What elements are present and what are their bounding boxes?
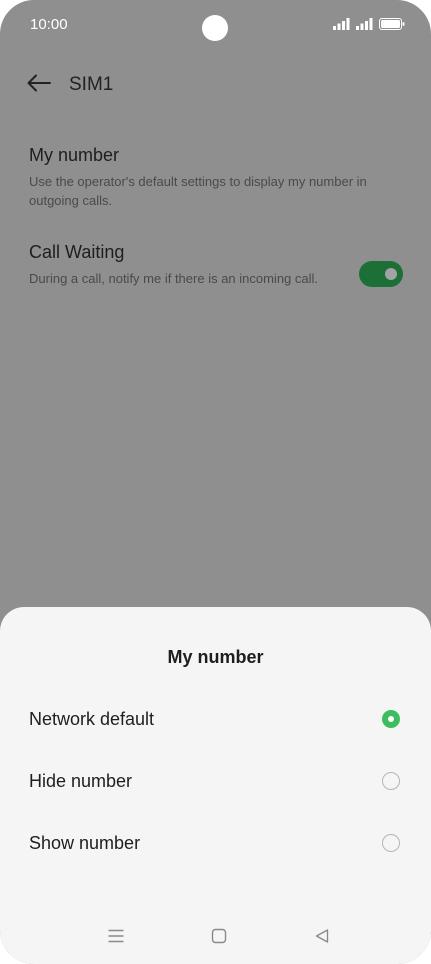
home-button[interactable] (207, 926, 231, 950)
setting-description: During a call, notify me if there is an … (29, 271, 319, 286)
setting-title: My number (29, 145, 120, 165)
option-label: Hide number (29, 771, 133, 791)
battery-icon (379, 17, 405, 35)
navigation-bar (0, 922, 431, 954)
setting-title: Call Waiting (29, 242, 125, 262)
status-bar: 10:00 (0, 0, 431, 50)
status-icons (333, 17, 405, 35)
option-label: Network default (29, 709, 155, 729)
arrow-left-icon (27, 74, 51, 97)
signal-icon (333, 17, 350, 35)
radio-button[interactable] (382, 834, 400, 852)
setting-description: Use the operator's default settings to d… (29, 174, 367, 208)
back-icon (314, 928, 330, 949)
home-icon (211, 928, 227, 949)
call-waiting-toggle[interactable] (359, 261, 403, 287)
nav-back-button[interactable] (310, 926, 334, 950)
option-network-default[interactable]: Network default (0, 695, 431, 745)
sheet-title: My number (167, 647, 264, 667)
radio-button-checked[interactable] (382, 710, 400, 728)
status-time: 10:00 (30, 16, 68, 33)
my-number-setting[interactable]: My number Use the operator's default set… (29, 144, 409, 210)
menu-icon (108, 929, 124, 948)
toggle-knob (385, 268, 397, 280)
option-label: Show number (29, 833, 141, 853)
my-number-sheet: My number Network default Hide number Sh… (0, 607, 431, 964)
phone-screen: 10:00 SIM1 My number Use the operator's … (0, 0, 431, 964)
option-hide-number[interactable]: Hide number (0, 757, 431, 807)
camera-cutout (202, 15, 228, 41)
back-button[interactable] (24, 70, 54, 100)
signal-icon (356, 17, 373, 35)
call-waiting-setting[interactable]: Call Waiting During a call, notify me if… (29, 241, 409, 288)
page-title: SIM1 (69, 74, 114, 95)
option-show-number[interactable]: Show number (0, 819, 431, 869)
recent-apps-button[interactable] (104, 926, 128, 950)
radio-button[interactable] (382, 772, 400, 790)
